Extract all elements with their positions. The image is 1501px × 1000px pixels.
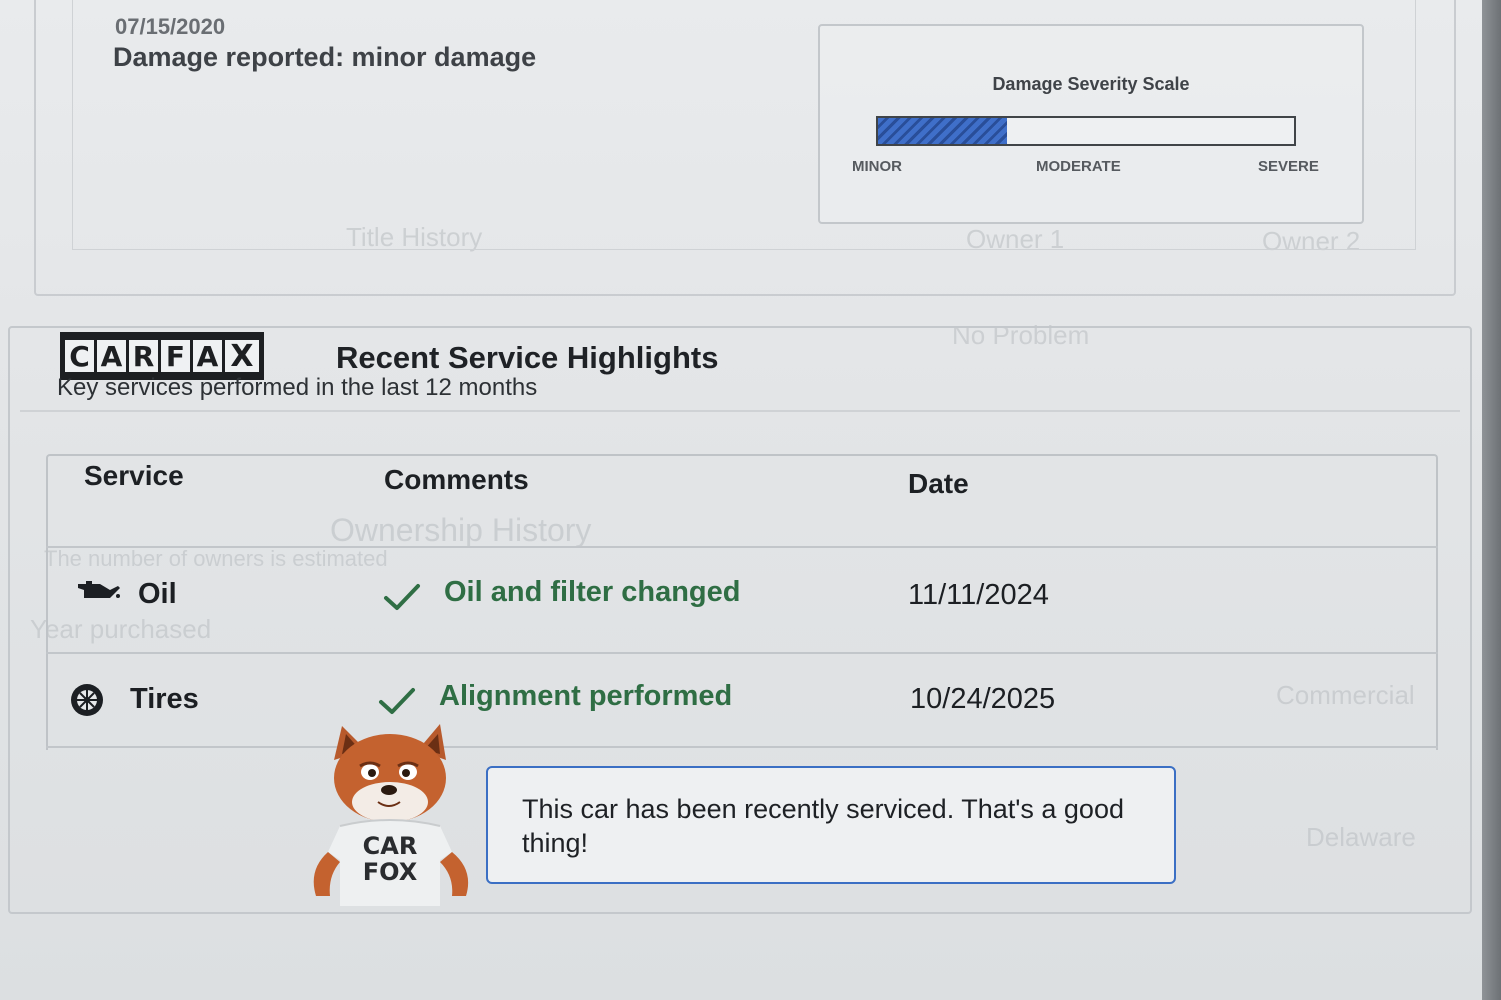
column-header-comments: Comments: [384, 464, 529, 495]
logo-letter: A: [97, 340, 126, 373]
damage-reported-text: Damage reported: minor damage: [113, 42, 537, 72]
check-icon: [383, 582, 421, 612]
service-date-oil: 11/11/2024: [908, 579, 1049, 611]
row-divider: [46, 546, 1438, 548]
carfox-mascot: CAR FOX: [300, 720, 482, 912]
scale-label-minor: MINOR: [852, 158, 902, 175]
scale-label-moderate: MODERATE: [1036, 158, 1121, 175]
comment-oil: Oil and filter changed: [444, 576, 741, 608]
row-divider: [46, 746, 1438, 748]
mascot-shirt-text: FOX: [363, 858, 418, 886]
tire-icon: [68, 682, 106, 723]
section-title: Recent Service Highlights: [336, 340, 719, 375]
comment-tires: Alignment performed: [439, 680, 733, 712]
damage-date: 07/15/2020: [115, 14, 226, 39]
column-header-date: Date: [908, 468, 969, 499]
mascot-shirt-text: CAR: [363, 832, 418, 860]
scale-label-severe: SEVERE: [1258, 158, 1319, 175]
section-subtitle: Key services performed in the last 12 mo…: [57, 374, 538, 401]
service-callout: This car has been recently serviced. Tha…: [486, 766, 1176, 884]
service-table: [46, 454, 1438, 750]
carfax-logo: C A R F A X: [60, 332, 264, 380]
damage-severity-scale: Damage Severity Scale MINOR MODERATE SEV…: [818, 24, 1364, 224]
callout-text: This car has been recently serviced. Tha…: [522, 794, 1124, 858]
row-divider: [46, 652, 1438, 654]
service-date-tires: 10/24/2025: [910, 683, 1056, 715]
severity-bar: [876, 116, 1296, 146]
page-edge: [1482, 0, 1501, 1000]
check-icon: [378, 686, 416, 716]
logo-letter: A: [193, 340, 222, 373]
service-name-tires: Tires: [130, 683, 199, 715]
logo-letter: X: [225, 340, 259, 372]
logo-letter: R: [129, 340, 158, 373]
severity-bar-fill: [878, 118, 1007, 144]
logo-letter: C: [65, 340, 94, 373]
oil-can-icon: [76, 578, 122, 609]
column-header-service: Service: [84, 460, 184, 491]
scale-title: Damage Severity Scale: [992, 74, 1190, 94]
divider: [20, 410, 1460, 412]
service-name-oil: Oil: [138, 578, 177, 610]
logo-letter: F: [161, 340, 190, 373]
